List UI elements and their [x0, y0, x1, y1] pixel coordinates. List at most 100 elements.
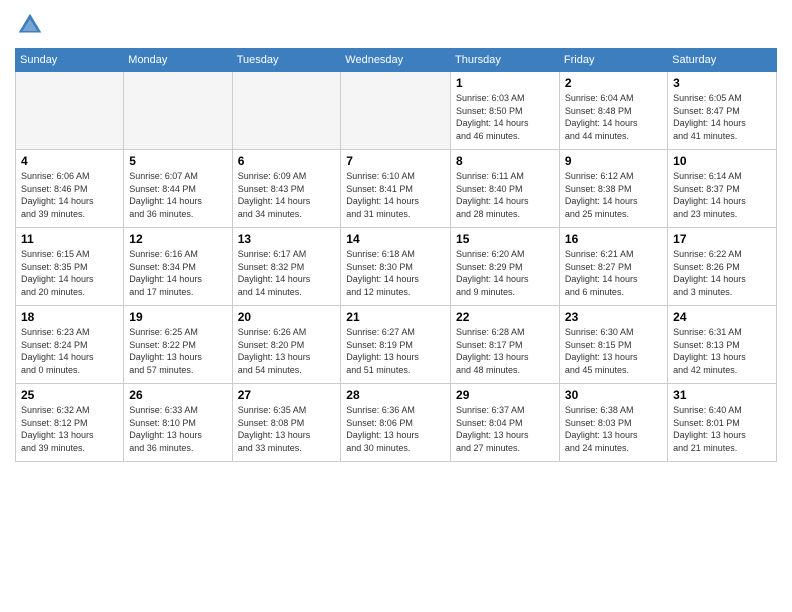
day-info: Sunrise: 6:22 AM Sunset: 8:26 PM Dayligh… — [673, 248, 771, 298]
day-number: 26 — [129, 388, 226, 402]
calendar-week: 25 Sunrise: 6:32 AM Sunset: 8:12 PM Dayli… — [16, 384, 777, 462]
day-number: 28 — [346, 388, 445, 402]
day-info: Sunrise: 6:09 AM Sunset: 8:43 PM Dayligh… — [238, 170, 336, 220]
calendar-cell: 20 Sunrise: 6:26 AM Sunset: 8:20 PM Dayli… — [232, 306, 341, 384]
logo-icon — [15, 10, 45, 40]
day-number: 18 — [21, 310, 118, 324]
day-number: 29 — [456, 388, 554, 402]
day-number: 19 — [129, 310, 226, 324]
day-info: Sunrise: 6:12 AM Sunset: 8:38 PM Dayligh… — [565, 170, 662, 220]
day-info: Sunrise: 6:26 AM Sunset: 8:20 PM Dayligh… — [238, 326, 336, 376]
logo — [15, 10, 49, 40]
day-info: Sunrise: 6:28 AM Sunset: 8:17 PM Dayligh… — [456, 326, 554, 376]
calendar-cell: 16 Sunrise: 6:21 AM Sunset: 8:27 PM Dayli… — [559, 228, 667, 306]
calendar: SundayMondayTuesdayWednesdayThursdayFrid… — [15, 48, 777, 462]
calendar-cell: 17 Sunrise: 6:22 AM Sunset: 8:26 PM Dayli… — [668, 228, 777, 306]
day-info: Sunrise: 6:06 AM Sunset: 8:46 PM Dayligh… — [21, 170, 118, 220]
calendar-week: 1 Sunrise: 6:03 AM Sunset: 8:50 PM Daylig… — [16, 72, 777, 150]
day-info: Sunrise: 6:30 AM Sunset: 8:15 PM Dayligh… — [565, 326, 662, 376]
day-number: 30 — [565, 388, 662, 402]
weekday-row: SundayMondayTuesdayWednesdayThursdayFrid… — [16, 49, 777, 72]
calendar-cell: 6 Sunrise: 6:09 AM Sunset: 8:43 PM Daylig… — [232, 150, 341, 228]
weekday-header: Sunday — [16, 49, 124, 72]
calendar-week: 11 Sunrise: 6:15 AM Sunset: 8:35 PM Dayli… — [16, 228, 777, 306]
day-number: 9 — [565, 154, 662, 168]
day-number: 21 — [346, 310, 445, 324]
day-info: Sunrise: 6:16 AM Sunset: 8:34 PM Dayligh… — [129, 248, 226, 298]
day-number: 4 — [21, 154, 118, 168]
day-info: Sunrise: 6:20 AM Sunset: 8:29 PM Dayligh… — [456, 248, 554, 298]
day-number: 20 — [238, 310, 336, 324]
day-number: 25 — [21, 388, 118, 402]
day-info: Sunrise: 6:17 AM Sunset: 8:32 PM Dayligh… — [238, 248, 336, 298]
day-info: Sunrise: 6:40 AM Sunset: 8:01 PM Dayligh… — [673, 404, 771, 454]
day-number: 27 — [238, 388, 336, 402]
calendar-cell: 21 Sunrise: 6:27 AM Sunset: 8:19 PM Dayli… — [341, 306, 451, 384]
day-number: 24 — [673, 310, 771, 324]
day-number: 14 — [346, 232, 445, 246]
day-info: Sunrise: 6:05 AM Sunset: 8:47 PM Dayligh… — [673, 92, 771, 142]
header — [15, 10, 777, 40]
weekday-header: Saturday — [668, 49, 777, 72]
day-info: Sunrise: 6:14 AM Sunset: 8:37 PM Dayligh… — [673, 170, 771, 220]
calendar-cell: 2Sunrise: 6:04 AM Sunset: 8:48 PM Daylig… — [559, 72, 667, 150]
day-info: Sunrise: 6:10 AM Sunset: 8:41 PM Dayligh… — [346, 170, 445, 220]
weekday-header: Friday — [559, 49, 667, 72]
day-number: 7 — [346, 154, 445, 168]
day-info: Sunrise: 6:23 AM Sunset: 8:24 PM Dayligh… — [21, 326, 118, 376]
day-info: Sunrise: 6:37 AM Sunset: 8:04 PM Dayligh… — [456, 404, 554, 454]
calendar-cell: 27 Sunrise: 6:35 AM Sunset: 8:08 PM Dayli… — [232, 384, 341, 462]
day-number: 1 — [456, 76, 554, 90]
day-info: Sunrise: 6:32 AM Sunset: 8:12 PM Dayligh… — [21, 404, 118, 454]
weekday-header: Tuesday — [232, 49, 341, 72]
day-info: Sunrise: 6:36 AM Sunset: 8:06 PM Dayligh… — [346, 404, 445, 454]
day-info: Sunrise: 6:31 AM Sunset: 8:13 PM Dayligh… — [673, 326, 771, 376]
day-number: 13 — [238, 232, 336, 246]
day-number: 23 — [565, 310, 662, 324]
calendar-cell: 13 Sunrise: 6:17 AM Sunset: 8:32 PM Dayli… — [232, 228, 341, 306]
day-number: 12 — [129, 232, 226, 246]
day-info: Sunrise: 6:35 AM Sunset: 8:08 PM Dayligh… — [238, 404, 336, 454]
calendar-cell: 19 Sunrise: 6:25 AM Sunset: 8:22 PM Dayli… — [124, 306, 232, 384]
weekday-header: Monday — [124, 49, 232, 72]
day-info: Sunrise: 6:27 AM Sunset: 8:19 PM Dayligh… — [346, 326, 445, 376]
day-info: Sunrise: 6:21 AM Sunset: 8:27 PM Dayligh… — [565, 248, 662, 298]
day-info: Sunrise: 6:15 AM Sunset: 8:35 PM Dayligh… — [21, 248, 118, 298]
day-number: 17 — [673, 232, 771, 246]
day-info: Sunrise: 6:07 AM Sunset: 8:44 PM Dayligh… — [129, 170, 226, 220]
day-number: 8 — [456, 154, 554, 168]
weekday-header: Wednesday — [341, 49, 451, 72]
day-info: Sunrise: 6:25 AM Sunset: 8:22 PM Dayligh… — [129, 326, 226, 376]
calendar-cell: 8 Sunrise: 6:11 AM Sunset: 8:40 PM Daylig… — [451, 150, 560, 228]
day-info: Sunrise: 6:33 AM Sunset: 8:10 PM Dayligh… — [129, 404, 226, 454]
day-number: 2 — [565, 76, 662, 90]
calendar-cell: 9 Sunrise: 6:12 AM Sunset: 8:38 PM Daylig… — [559, 150, 667, 228]
weekday-header: Thursday — [451, 49, 560, 72]
calendar-cell — [232, 72, 341, 150]
day-info: Sunrise: 6:38 AM Sunset: 8:03 PM Dayligh… — [565, 404, 662, 454]
calendar-week: 4 Sunrise: 6:06 AM Sunset: 8:46 PM Daylig… — [16, 150, 777, 228]
calendar-cell: 24 Sunrise: 6:31 AM Sunset: 8:13 PM Dayli… — [668, 306, 777, 384]
calendar-cell: 3 Sunrise: 6:05 AM Sunset: 8:47 PM Daylig… — [668, 72, 777, 150]
day-number: 3 — [673, 76, 771, 90]
calendar-cell: 7 Sunrise: 6:10 AM Sunset: 8:41 PM Daylig… — [341, 150, 451, 228]
day-info: Sunrise: 6:11 AM Sunset: 8:40 PM Dayligh… — [456, 170, 554, 220]
day-number: 5 — [129, 154, 226, 168]
day-info: Sunrise: 6:03 AM Sunset: 8:50 PM Dayligh… — [456, 92, 554, 142]
day-number: 15 — [456, 232, 554, 246]
calendar-cell: 4 Sunrise: 6:06 AM Sunset: 8:46 PM Daylig… — [16, 150, 124, 228]
calendar-cell — [341, 72, 451, 150]
day-number: 6 — [238, 154, 336, 168]
day-info: Sunrise: 6:18 AM Sunset: 8:30 PM Dayligh… — [346, 248, 445, 298]
calendar-cell: 26 Sunrise: 6:33 AM Sunset: 8:10 PM Dayli… — [124, 384, 232, 462]
day-number: 22 — [456, 310, 554, 324]
calendar-body: 1 Sunrise: 6:03 AM Sunset: 8:50 PM Daylig… — [16, 72, 777, 462]
day-number: 16 — [565, 232, 662, 246]
calendar-cell — [124, 72, 232, 150]
day-number: 11 — [21, 232, 118, 246]
calendar-cell: 25 Sunrise: 6:32 AM Sunset: 8:12 PM Dayli… — [16, 384, 124, 462]
calendar-cell: 29 Sunrise: 6:37 AM Sunset: 8:04 PM Dayli… — [451, 384, 560, 462]
calendar-cell: 10Sunrise: 6:14 AM Sunset: 8:37 PM Dayli… — [668, 150, 777, 228]
calendar-cell: 11 Sunrise: 6:15 AM Sunset: 8:35 PM Dayli… — [16, 228, 124, 306]
calendar-cell: 14 Sunrise: 6:18 AM Sunset: 8:30 PM Dayli… — [341, 228, 451, 306]
